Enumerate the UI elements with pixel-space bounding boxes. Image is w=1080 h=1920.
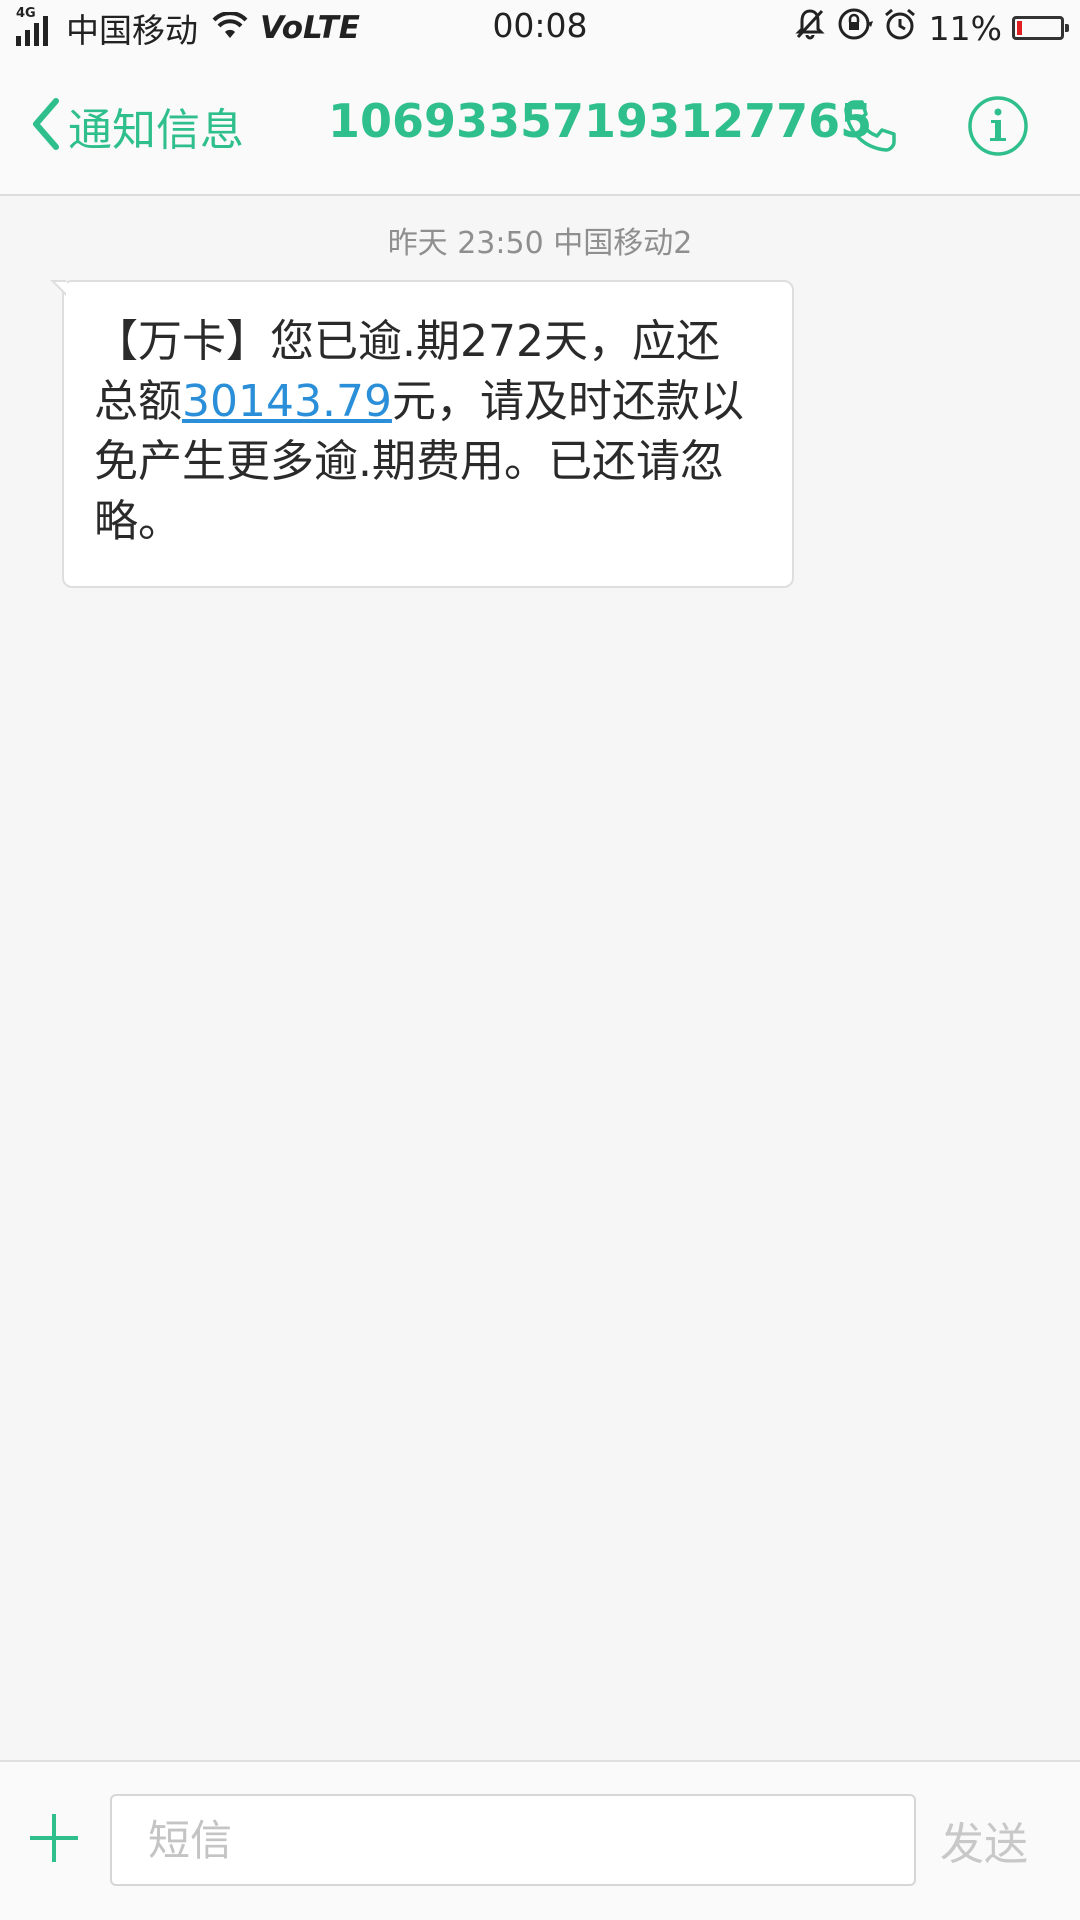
- message-timestamp: 昨天 23:50 中国移动2: [387, 226, 693, 261]
- amount-link[interactable]: 30143.79: [182, 376, 392, 427]
- message-list[interactable]: 昨天 23:50 中国移动2 【万卡】您已逾.期272天，应还总额30143.7…: [0, 196, 1080, 1760]
- message-text: 【万卡】您已逾.期272天，应还总额30143.79元，请及时还款以免产生更多逾…: [94, 312, 752, 552]
- chevron-left-icon: [30, 97, 60, 155]
- battery-percent: 11%: [928, 8, 1002, 48]
- back-label: 通知信息: [68, 105, 244, 156]
- status-bar: 4G 中国移动 VoLTE 00:08 11%: [0, 0, 1080, 56]
- call-button[interactable]: [840, 96, 900, 156]
- conversation-header: 通知信息 10693357193127765: [0, 56, 1080, 196]
- add-attachment-button[interactable]: [26, 1810, 82, 1866]
- contact-number: 10693357193127765: [328, 94, 873, 148]
- sms-input[interactable]: [110, 1794, 916, 1886]
- battery-icon: [1012, 16, 1069, 40]
- back-button[interactable]: 通知信息: [30, 96, 244, 156]
- alarm-icon: [873, 7, 917, 49]
- battery-fill: [1017, 21, 1022, 35]
- info-button[interactable]: [966, 94, 1030, 158]
- bubble-tail: [50, 280, 67, 296]
- send-button[interactable]: 发送: [940, 1808, 1028, 1872]
- message-bubble[interactable]: 【万卡】您已逾.期272天，应还总额30143.79元，请及时还款以免产生更多逾…: [50, 280, 794, 588]
- phone-icon: [840, 100, 900, 160]
- status-right: 11%: [783, 6, 1069, 50]
- plus-icon: [26, 1814, 82, 1870]
- compose-bar: 发送: [0, 1760, 1080, 1920]
- info-icon: [966, 96, 1030, 162]
- rotation-lock-icon: [827, 7, 873, 49]
- mute-icon: [783, 7, 827, 49]
